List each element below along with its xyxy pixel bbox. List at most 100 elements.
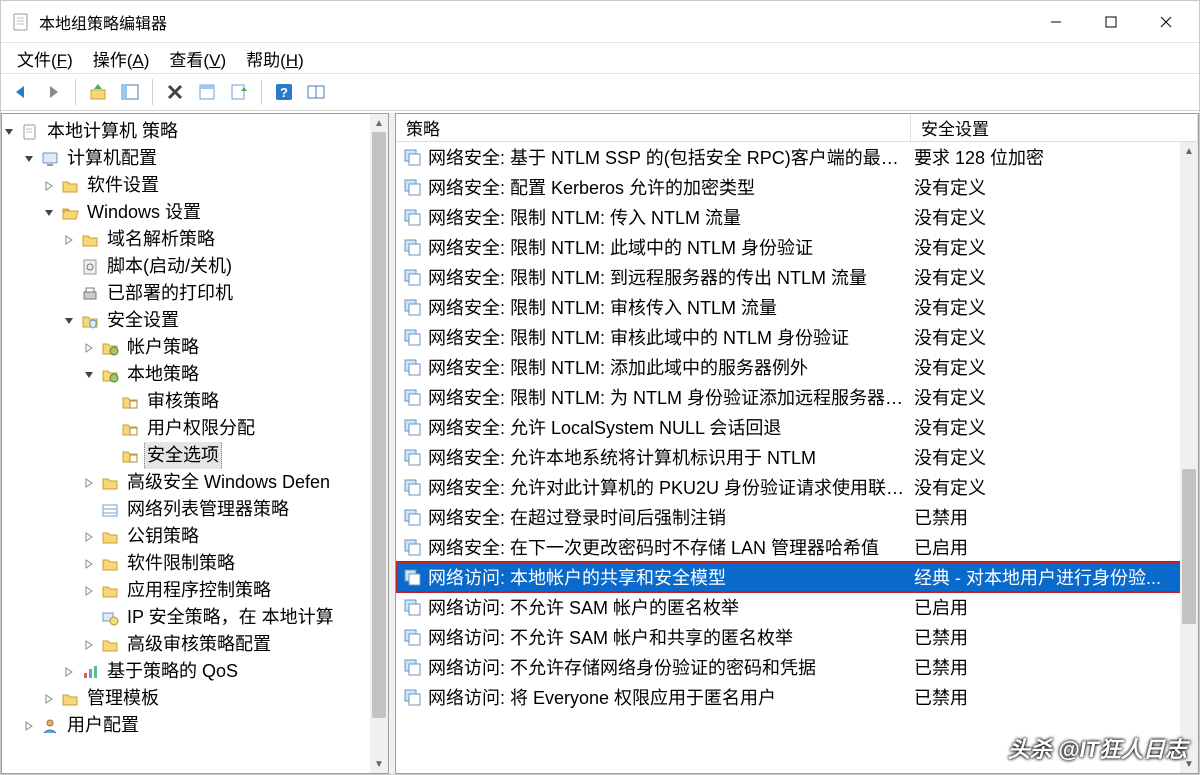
list-row[interactable]: 网络访问: 不允许 SAM 帐户的匿名枚举已启用 xyxy=(396,592,1198,622)
policy-setting: 经典 - 对本地用户进行身份验... xyxy=(912,564,1192,590)
tree-item[interactable]: 网络列表管理器策略 xyxy=(4,496,388,523)
policy-icon xyxy=(402,507,422,527)
list-row[interactable]: 网络安全: 限制 NTLM: 为 NTLM 身份验证添加远程服务器例...没有定… xyxy=(396,382,1198,412)
list-row[interactable]: 网络安全: 基于 NTLM SSP 的(包括安全 RPC)客户端的最小...要求… xyxy=(396,142,1198,172)
app-window: 本地组策略编辑器 文件(F) 操作(A) 查看(V) 帮助(H) ? 本地计算机… xyxy=(0,0,1200,775)
list-scrollbar[interactable]: ▲ ▼ xyxy=(1180,142,1198,773)
chevron-down-icon[interactable] xyxy=(4,127,20,137)
tree-item[interactable]: 应用程序控制策略 xyxy=(4,577,388,604)
tree-item-label: 域名解析策略 xyxy=(104,226,218,253)
policy-icon xyxy=(402,237,422,257)
tree-item-label: Windows 设置 xyxy=(84,199,204,226)
list-row[interactable]: 网络安全: 限制 NTLM: 审核此域中的 NTLM 身份验证没有定义 xyxy=(396,322,1198,352)
tree-scrollbar[interactable]: ▲ ▼ xyxy=(370,114,388,773)
tb-up[interactable] xyxy=(84,78,112,106)
chevron-down-icon[interactable] xyxy=(84,370,100,380)
tree-item[interactable]: 高级安全 Windows Defen xyxy=(4,469,388,496)
tree-item[interactable]: 公钥策略 xyxy=(4,523,388,550)
list-row[interactable]: 网络访问: 将 Everyone 权限应用于匿名用户已禁用 xyxy=(396,682,1198,712)
policy-setting: 要求 128 位加密 xyxy=(912,144,1192,170)
tree-item[interactable]: 基于策略的 QoS xyxy=(4,658,388,685)
list-row[interactable]: 网络访问: 不允许存储网络身份验证的密码和凭据已禁用 xyxy=(396,652,1198,682)
list-row[interactable]: 网络安全: 限制 NTLM: 此域中的 NTLM 身份验证没有定义 xyxy=(396,232,1198,262)
chevron-down-icon[interactable] xyxy=(64,316,80,326)
list-row[interactable]: 网络安全: 限制 NTLM: 添加此域中的服务器例外没有定义 xyxy=(396,352,1198,382)
tree-item[interactable]: 域名解析策略 xyxy=(4,226,388,253)
list-row[interactable]: 网络安全: 允许 LocalSystem NULL 会话回退没有定义 xyxy=(396,412,1198,442)
tb-forward[interactable] xyxy=(39,78,67,106)
menu-view[interactable]: 查看(V) xyxy=(159,44,236,73)
list-row[interactable]: 网络访问: 本地帐户的共享和安全模型经典 - 对本地用户进行身份验... xyxy=(396,562,1198,592)
tree-item[interactable]: 软件限制策略 xyxy=(4,550,388,577)
minimize-button[interactable] xyxy=(1028,5,1083,39)
tree-item[interactable]: 安全选项 xyxy=(4,442,388,469)
list-pane: 策略 安全设置 网络安全: 基于 NTLM SSP 的(包括安全 RPC)客户端… xyxy=(395,113,1199,774)
tb-back[interactable] xyxy=(7,78,35,106)
chevron-down-icon[interactable] xyxy=(44,208,60,218)
maximize-button[interactable] xyxy=(1083,5,1138,39)
tree-item[interactable]: 已部署的打印机 xyxy=(4,280,388,307)
chevron-right-icon[interactable] xyxy=(24,721,40,731)
tb-help[interactable]: ? xyxy=(270,78,298,106)
chevron-right-icon[interactable] xyxy=(84,559,100,569)
tree-item[interactable]: 审核策略 xyxy=(4,388,388,415)
chevron-right-icon[interactable] xyxy=(84,478,100,488)
list-row[interactable]: 网络安全: 限制 NTLM: 审核传入 NTLM 流量没有定义 xyxy=(396,292,1198,322)
tree-item[interactable]: 帐户策略 xyxy=(4,334,388,361)
policy-name: 网络安全: 限制 NTLM: 审核此域中的 NTLM 身份验证 xyxy=(428,324,912,350)
tree-item[interactable]: Windows 设置 xyxy=(4,199,388,226)
book-icon xyxy=(120,392,140,412)
tree-item[interactable]: 本地策略 xyxy=(4,361,388,388)
list-row[interactable]: 网络安全: 限制 NTLM: 传入 NTLM 流量没有定义 xyxy=(396,202,1198,232)
folder-icon xyxy=(80,230,100,250)
menu-file[interactable]: 文件(F) xyxy=(7,44,83,73)
policy-name: 网络安全: 限制 NTLM: 到远程服务器的传出 NTLM 流量 xyxy=(428,264,912,290)
close-button[interactable] xyxy=(1138,5,1193,39)
list-row[interactable]: 网络访问: 不允许 SAM 帐户和共享的匿名枚举已禁用 xyxy=(396,622,1198,652)
tree-item[interactable]: IP 安全策略，在 本地计算 xyxy=(4,604,388,631)
tree-item[interactable]: 计算机配置 xyxy=(4,145,388,172)
tb-properties[interactable] xyxy=(193,78,221,106)
chevron-down-icon[interactable] xyxy=(24,154,40,164)
chevron-right-icon[interactable] xyxy=(84,640,100,650)
tree-item[interactable]: 脚本(启动/关机) xyxy=(4,253,388,280)
tb-tile[interactable] xyxy=(302,78,330,106)
tree-item[interactable]: 本地计算机 策略 xyxy=(4,118,388,145)
chevron-right-icon[interactable] xyxy=(84,343,100,353)
list-body[interactable]: 网络安全: 基于 NTLM SSP 的(包括安全 RPC)客户端的最小...要求… xyxy=(396,142,1198,773)
scroll-up-icon[interactable]: ▲ xyxy=(370,114,388,132)
list-row[interactable]: 网络安全: 在下一次更改密码时不存储 LAN 管理器哈希值已启用 xyxy=(396,532,1198,562)
menu-help[interactable]: 帮助(H) xyxy=(236,44,314,73)
tree[interactable]: 本地计算机 策略计算机配置软件设置Windows 设置域名解析策略 脚本(启动/… xyxy=(2,114,388,773)
scroll-up-icon[interactable]: ▲ xyxy=(1180,142,1198,160)
tree-item-label: 用户配置 xyxy=(64,712,142,739)
chevron-right-icon[interactable] xyxy=(44,181,60,191)
tb-show-tree[interactable] xyxy=(116,78,144,106)
list-row[interactable]: 网络安全: 限制 NTLM: 到远程服务器的传出 NTLM 流量没有定义 xyxy=(396,262,1198,292)
tree-item[interactable]: 用户权限分配 xyxy=(4,415,388,442)
col-policy[interactable]: 策略 xyxy=(396,114,911,141)
chevron-right-icon[interactable] xyxy=(84,532,100,542)
tb-export[interactable] xyxy=(225,78,253,106)
tree-item[interactable]: 管理模板 xyxy=(4,685,388,712)
chevron-right-icon[interactable] xyxy=(64,235,80,245)
list-row[interactable]: 网络安全: 配置 Kerberos 允许的加密类型没有定义 xyxy=(396,172,1198,202)
tree-item[interactable]: 高级审核策略配置 xyxy=(4,631,388,658)
tree-item[interactable]: 用户配置 xyxy=(4,712,388,739)
tb-delete[interactable] xyxy=(161,78,189,106)
chevron-right-icon[interactable] xyxy=(64,667,80,677)
scroll-down-icon[interactable]: ▼ xyxy=(370,755,388,773)
list-row[interactable]: 网络安全: 允许本地系统将计算机标识用于 NTLM没有定义 xyxy=(396,442,1198,472)
list-row[interactable]: 网络安全: 允许对此计算机的 PKU2U 身份验证请求使用联机...没有定义 xyxy=(396,472,1198,502)
tree-item[interactable]: 安全设置 xyxy=(4,307,388,334)
chevron-right-icon[interactable] xyxy=(44,694,60,704)
chevron-right-icon[interactable] xyxy=(84,586,100,596)
body: 本地计算机 策略计算机配置软件设置Windows 设置域名解析策略 脚本(启动/… xyxy=(1,111,1199,774)
list-row[interactable]: 网络安全: 在超过登录时间后强制注销已禁用 xyxy=(396,502,1198,532)
col-setting[interactable]: 安全设置 xyxy=(911,114,1198,141)
tree-item-label: 本地计算机 策略 xyxy=(44,118,181,145)
menu-action[interactable]: 操作(A) xyxy=(83,44,160,73)
tree-item[interactable]: 软件设置 xyxy=(4,172,388,199)
policy-icon xyxy=(402,357,422,377)
scroll-down-icon[interactable]: ▼ xyxy=(1180,755,1198,773)
